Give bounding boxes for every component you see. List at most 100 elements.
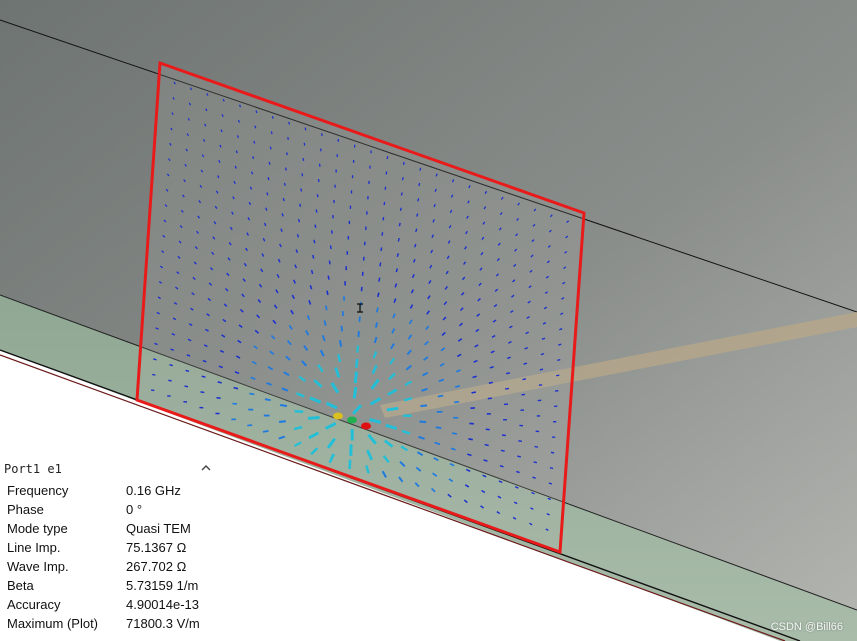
info-row-label: Accuracy	[7, 597, 61, 612]
field-arrow	[556, 374, 560, 377]
field-arrow	[312, 254, 315, 259]
field-arrow	[379, 262, 382, 267]
field-arrow	[296, 234, 300, 238]
info-row: Wave Imp. 267.702 Ω	[7, 557, 213, 576]
field-arrow	[471, 391, 476, 394]
field-arrow	[397, 237, 400, 242]
field-arrow	[540, 353, 545, 356]
field-arrow	[255, 110, 258, 114]
field-arrow	[488, 381, 493, 385]
field-arrow	[169, 364, 173, 367]
info-row-value: 267.702 Ω	[126, 559, 187, 574]
port-info-title: Port1 e1	[4, 462, 62, 476]
field-arrow	[533, 461, 538, 464]
field-arrow	[361, 422, 371, 430]
field-arrow	[326, 290, 329, 296]
info-row-value: Quasi TEM	[126, 521, 191, 536]
info-row: Line Imp. 75.1367 Ω	[7, 538, 213, 557]
field-arrow	[377, 292, 380, 298]
field-arrow	[267, 177, 270, 181]
info-row-label: Maximum (Plot)	[7, 616, 99, 631]
port-info-rows: Frequency 0.16 GHz Phase 0 ° Mode type Quasi …	[7, 481, 213, 633]
info-row: Maximum (Plot) 71800.3 V/m	[7, 614, 213, 633]
info-row-value: 71800.3 V/m	[126, 616, 200, 631]
field-arrow	[500, 449, 505, 452]
field-arrow	[386, 406, 399, 412]
field-arrow	[254, 125, 257, 129]
field-arrow	[153, 358, 157, 361]
field-arrow	[302, 157, 305, 161]
field-arrow	[381, 232, 384, 236]
info-row: Beta 5.73159 1/m	[7, 576, 213, 595]
info-row: Frequency 0.16 GHz	[7, 481, 213, 500]
field-arrow	[468, 438, 473, 441]
field-arrow	[262, 429, 269, 433]
field-arrow	[484, 443, 489, 447]
info-row: Accuracy 4.90014e-13	[7, 595, 213, 614]
chevron-up-icon[interactable]	[200, 462, 212, 474]
field-arrow	[288, 121, 291, 125]
field-arrow	[314, 224, 317, 229]
field-arrow	[501, 434, 506, 437]
field-arrow	[382, 217, 385, 221]
field-arrow	[518, 440, 522, 443]
field-arrow	[400, 192, 403, 196]
field-arrow	[310, 269, 314, 275]
field-arrow	[416, 213, 419, 217]
field-arrow	[307, 416, 320, 420]
field-arrow	[523, 362, 528, 365]
field-arrow	[294, 409, 304, 413]
field-arrow	[216, 396, 221, 399]
info-row-value: 4.90014e-13	[126, 597, 200, 612]
field-arrow	[300, 188, 303, 192]
field-arrow	[419, 420, 427, 424]
field-arrow	[268, 161, 271, 165]
field-arrow	[454, 400, 460, 404]
field-arrow	[451, 432, 458, 435]
field-arrow	[435, 173, 438, 177]
field-arrow	[396, 253, 399, 257]
field-arrow	[549, 466, 554, 470]
field-arrow	[287, 136, 289, 140]
field-arrow	[375, 307, 379, 313]
field-arrow	[339, 340, 343, 347]
field-arrow	[152, 373, 156, 376]
field-arrow	[340, 325, 344, 332]
field-arrow	[313, 239, 316, 244]
info-row-value: 0 °	[126, 502, 143, 517]
field-arrow	[352, 386, 358, 399]
field-arrow	[538, 384, 543, 386]
field-arrow	[380, 247, 383, 252]
field-arrow	[557, 358, 561, 362]
field-arrow	[253, 140, 256, 144]
info-row-value: 5.73159 1/m	[126, 578, 199, 593]
info-row-label: Frequency	[7, 483, 69, 498]
field-arrow	[550, 451, 555, 454]
field-arrow	[399, 207, 402, 211]
field-arrow	[347, 416, 357, 424]
field-arrow	[539, 368, 544, 371]
field-arrow	[356, 345, 360, 353]
field-arrow	[402, 161, 405, 165]
field-arrow	[297, 218, 301, 223]
field-arrow	[522, 378, 527, 381]
info-row-label: Phase	[7, 502, 44, 517]
field-arrow	[420, 404, 428, 408]
field-arrow	[418, 182, 421, 187]
field-arrow	[284, 167, 287, 171]
info-row-label: Mode type	[7, 521, 68, 536]
field-arrow	[233, 386, 239, 390]
field-arrow	[333, 412, 343, 420]
field-arrow	[200, 391, 205, 394]
field-arrow	[419, 167, 422, 171]
field-arrow	[217, 381, 222, 384]
field-arrow	[280, 404, 288, 407]
field-arrow	[355, 358, 359, 368]
field-arrow	[328, 260, 331, 265]
field-arrow	[505, 387, 509, 390]
field-arrow	[271, 115, 274, 119]
field-arrow	[239, 104, 242, 108]
field-arrow	[249, 392, 255, 396]
field-arrow	[282, 197, 285, 202]
info-row-label: Line Imp.	[7, 540, 61, 555]
